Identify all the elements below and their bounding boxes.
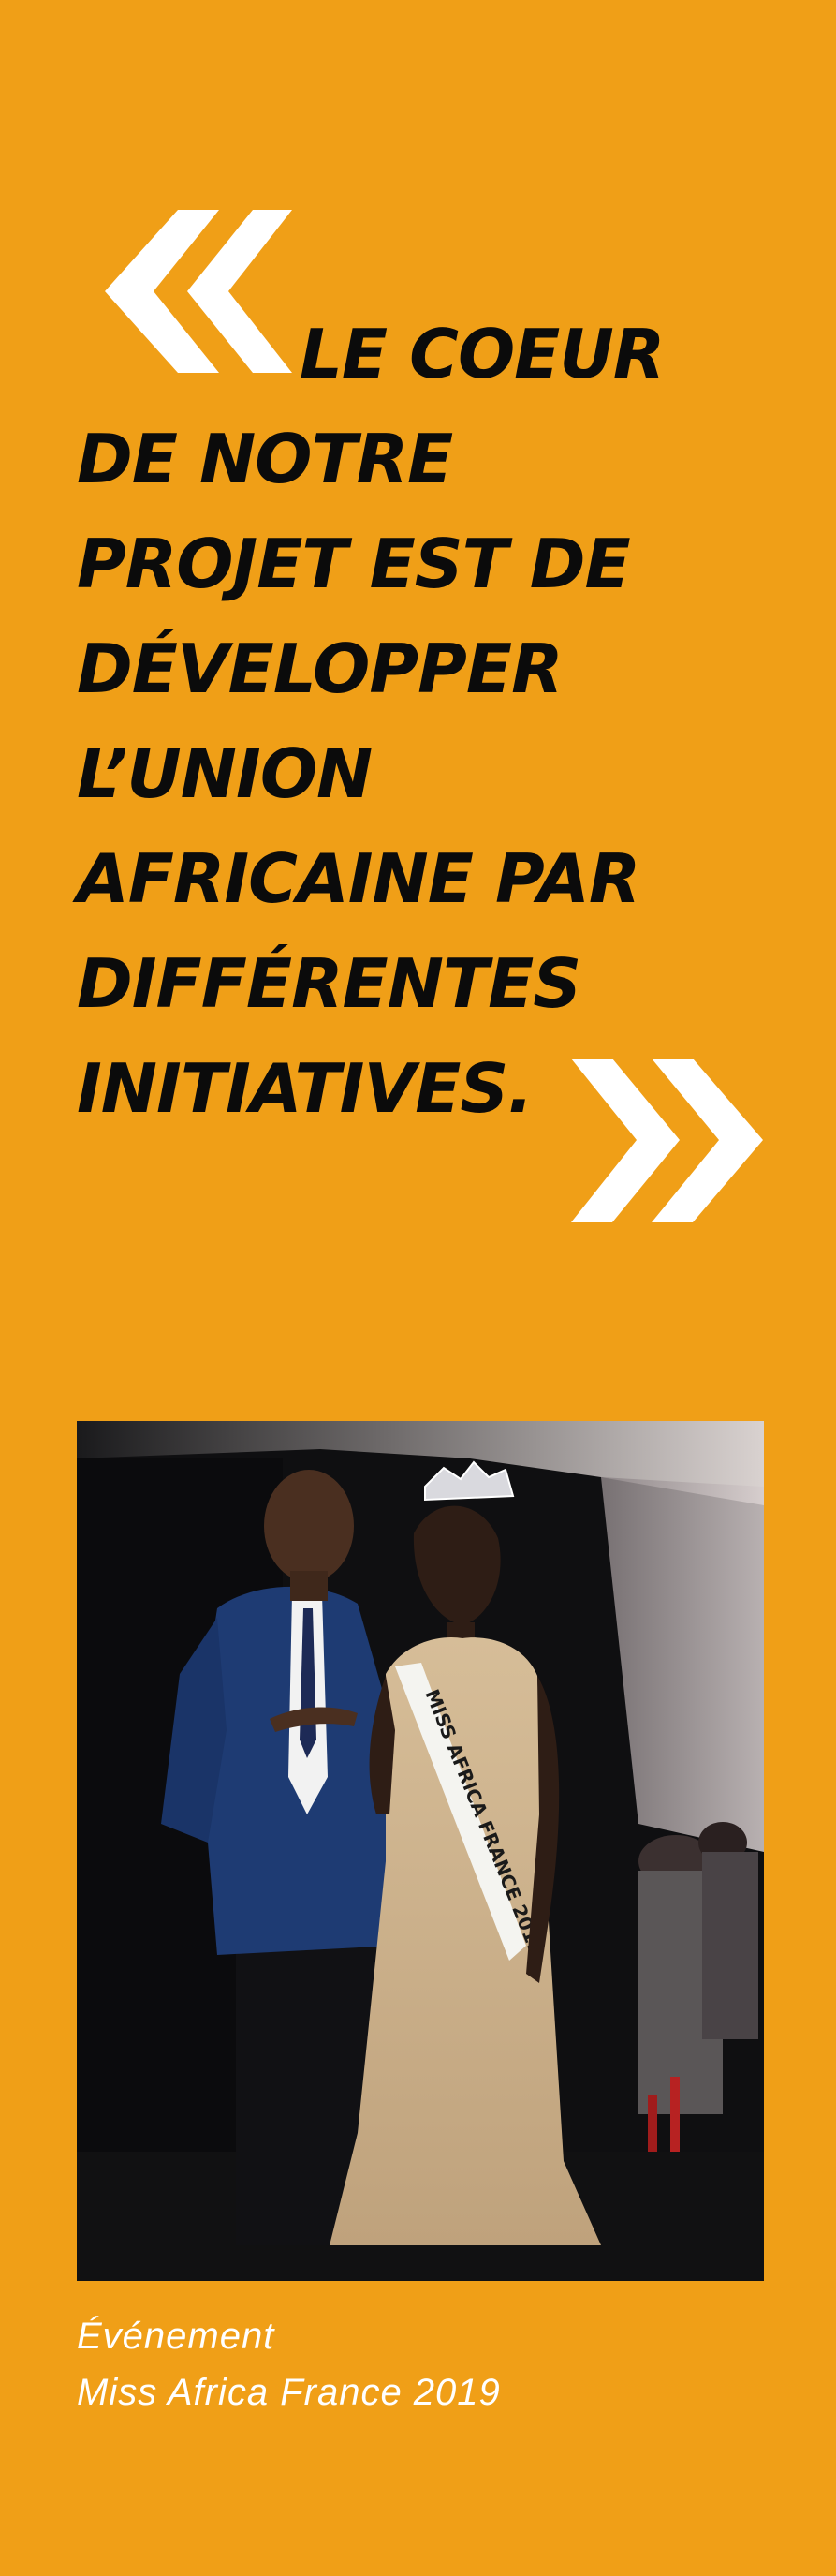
caption-line-1: Événement bbox=[77, 2316, 275, 2357]
quote-panel: LE COEUR DE NOTRE PROJET EST DE DÉVELOPP… bbox=[0, 0, 836, 2576]
quote-line: DE NOTRE bbox=[77, 420, 453, 498]
caption-line-2: Miss Africa France 2019 bbox=[77, 2372, 501, 2413]
event-photo: MISS AFRICA FRANCE 2019 bbox=[77, 1421, 764, 2281]
event-photo-illustration: MISS AFRICA FRANCE 2019 bbox=[77, 1421, 764, 2281]
quote-text: LE COEUR DE NOTRE PROJET EST DE DÉVELOPP… bbox=[77, 302, 788, 1141]
quote-line: AFRICAINE PAR bbox=[77, 839, 640, 918]
photo-caption: Événement Miss Africa France 2019 bbox=[77, 2308, 501, 2421]
quote-line: DÉVELOPPER bbox=[77, 629, 564, 708]
quote-line: PROJET EST DE bbox=[77, 525, 631, 603]
quote-line: DIFFÉRENTES bbox=[77, 944, 581, 1023]
quote-line: LE COEUR bbox=[300, 315, 665, 393]
quote-line: L’UNION bbox=[77, 734, 373, 813]
double-chevron-right-icon bbox=[571, 1059, 763, 1222]
